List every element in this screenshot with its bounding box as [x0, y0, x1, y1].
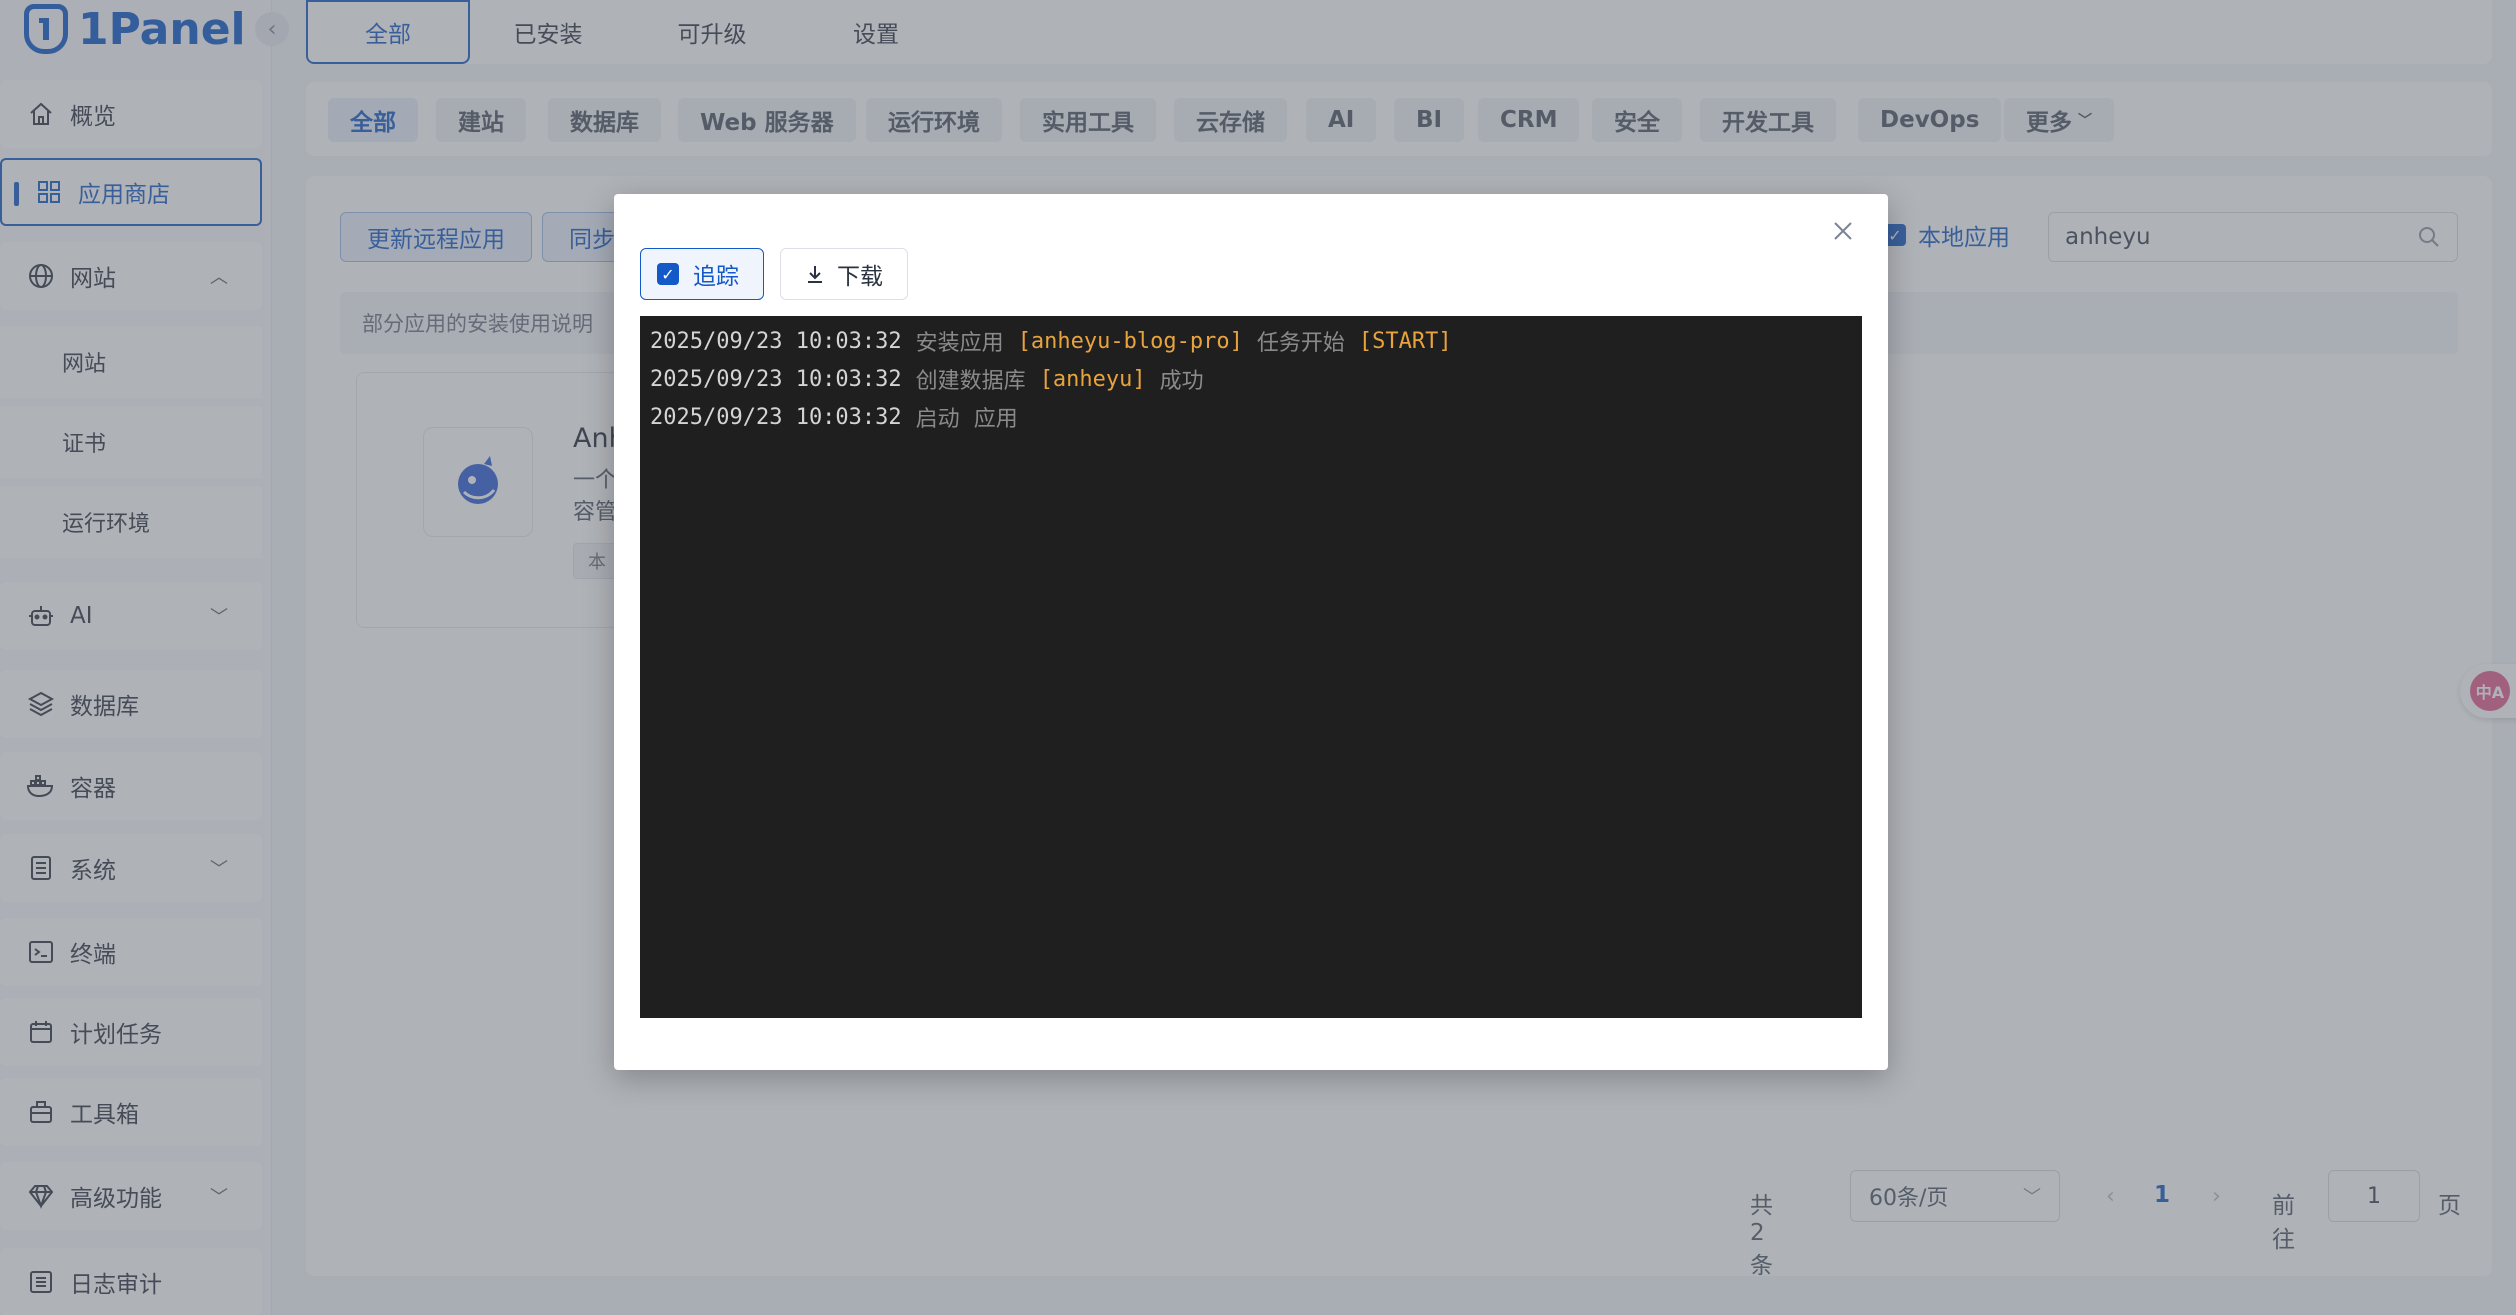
- log-line: 2025/09/23 10:03:32 安装应用 [anheyu-blog-pro]…: [650, 322, 1852, 360]
- log-timestamp: 2025/09/23 10:03:32: [650, 328, 902, 354]
- download-button[interactable]: 下载: [780, 248, 908, 300]
- log-output[interactable]: 2025/09/23 10:03:32 安装应用 [anheyu-blog-pro]…: [640, 316, 1862, 1018]
- download-label: 下载: [837, 264, 883, 290]
- app-window: 1Panel ‹ 概览 应用商店 网站 ︿ 网站 证书: [0, 0, 2516, 1315]
- log-segment: 成功: [1159, 369, 1204, 394]
- log-segment: 安装应用: [915, 331, 1004, 356]
- log-segment: 应用: [973, 407, 1018, 432]
- log-line: 2025/09/23 10:03:32 启动 应用: [650, 398, 1852, 436]
- log-segment: 启动: [915, 407, 960, 432]
- log-timestamp: 2025/09/23 10:03:32: [650, 404, 902, 430]
- log-segment: 创建数据库: [915, 369, 1026, 394]
- log-timestamp: 2025/09/23 10:03:32: [650, 366, 902, 392]
- follow-label: 追踪: [693, 264, 739, 290]
- log-modal: ✓ 追踪 下载 2025/09/23 10:03:32 安装应用 [anheyu-b…: [614, 194, 1888, 1070]
- checkbox-checked-icon: ✓: [657, 263, 679, 285]
- follow-toggle-button[interactable]: ✓ 追踪: [640, 248, 764, 300]
- log-segment: [anheyu-blog-pro]: [1017, 328, 1243, 354]
- download-icon: [808, 266, 822, 283]
- log-segment: [START]: [1358, 328, 1452, 354]
- log-segment: [anheyu]: [1039, 366, 1146, 392]
- log-segment: 任务开始: [1256, 331, 1345, 356]
- close-icon[interactable]: [1828, 216, 1858, 246]
- log-line: 2025/09/23 10:03:32 创建数据库 [anheyu] 成功: [650, 360, 1852, 398]
